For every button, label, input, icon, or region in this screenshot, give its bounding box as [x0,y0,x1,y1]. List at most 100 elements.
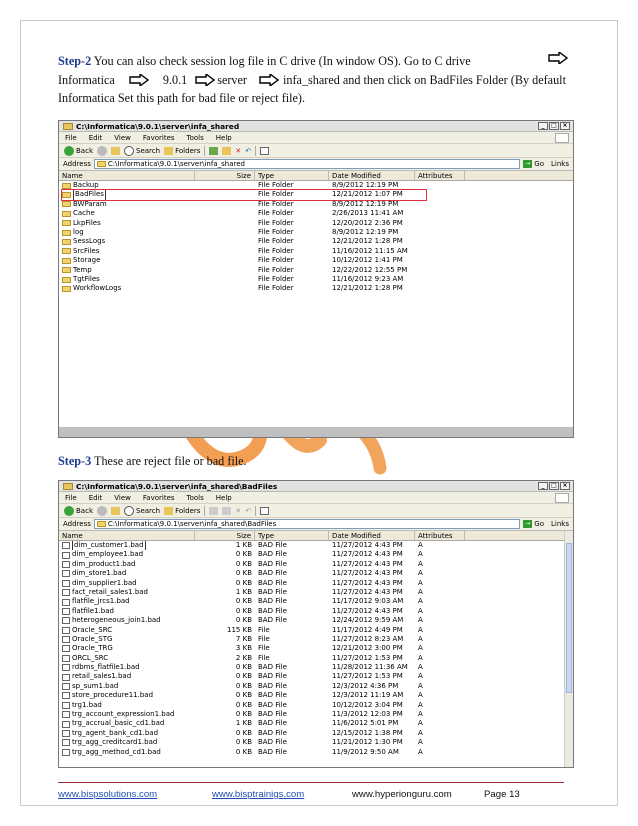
file-row[interactable]: fact_retail_sales1.bad 1 KB BAD File 11/27/… [59,588,573,597]
file-row[interactable]: Oracle_STG 7 KB File 11/27/2012 8:23 AM A [59,635,573,644]
file-row[interactable]: heterogeneous_join1.bad 0 KB BAD File 12/24… [59,616,573,625]
undo-icon[interactable]: ↶ [245,507,251,515]
file-row[interactable]: store_procedure11.bad 0 KB BAD File 12/3/20… [59,691,573,700]
maximize-button[interactable]: □ [549,122,559,130]
back-button[interactable]: Back [64,505,93,516]
column-attributes[interactable]: Attributes [415,531,465,540]
forward-button[interactable] [97,505,107,516]
menu-favorites[interactable]: Favorites [143,494,175,502]
minimize-button[interactable]: _ [538,122,548,130]
copy-to-icon[interactable] [222,506,232,515]
move-to-icon[interactable] [209,146,219,155]
file-row[interactable]: dim_store1.bad 0 KB BAD File 11/27/2012 4:4… [59,569,573,578]
file-row[interactable]: flatfile1.bad 0 KB BAD File 11/27/2012 4:43… [59,607,573,616]
links-button[interactable]: Links [551,160,573,168]
file-row[interactable]: BWParam File Folder 8/9/2012 12:19 PM [59,200,573,209]
column-type[interactable]: Type [255,171,329,180]
file-attributes [415,228,465,237]
menu-file[interactable]: File [65,134,77,142]
file-row[interactable]: TgtFiles File Folder 11/16/2012 9:23 AM [59,275,573,284]
file-row[interactable]: flatfile_jrcs1.bad 0 KB BAD File 11/17/2012… [59,597,573,606]
file-row[interactable]: sp_sum1.bad 0 KB BAD File 12/3/2012 4:36 PM… [59,682,573,691]
file-date-modified: 11/21/2012 1:30 PM [332,738,403,747]
column-type[interactable]: Type [255,531,329,540]
file-row[interactable]: SrcFiles File Folder 11/16/2012 11:15 AM [59,247,573,256]
folders-button[interactable]: Folders [164,506,200,515]
file-row[interactable]: trg_agg_creditcard1.bad 0 KB BAD File 11/21… [59,738,573,747]
file-row[interactable]: ORCL_SRC 2 KB File 11/27/2012 1:53 PM A [59,654,573,663]
file-date-modified: 11/27/2012 4:43 PM [332,541,403,549]
menu-tools[interactable]: Tools [187,494,204,502]
undo-icon[interactable]: ↶ [245,147,251,155]
file-row[interactable]: trg_account_expression1.bad 0 KB BAD File 1… [59,710,573,719]
menu-edit[interactable]: Edit [89,494,103,502]
menu-favorites[interactable]: Favorites [143,134,175,142]
file-row[interactable]: retail_sales1.bad 0 KB BAD File 11/27/2012 … [59,672,573,681]
file-name-cell: trg_account_expression1.bad [59,710,195,719]
maximize-button[interactable]: □ [549,482,559,490]
minimize-button[interactable]: _ [538,482,548,490]
file-row[interactable]: trg1.bad 0 KB BAD File 10/12/2012 3:04 PM A [59,701,573,710]
menu-help[interactable]: Help [216,494,232,502]
file-row[interactable]: Oracle_TRG 3 KB File 12/21/2012 3:00 PM A [59,644,573,653]
column-attributes[interactable]: Attributes [415,171,465,180]
menu-file[interactable]: File [65,494,77,502]
address-label: Address [63,520,91,528]
column-name[interactable]: Name [59,531,195,540]
file-row[interactable]: Oracle_SRC 115 KB File 11/17/2012 4:49 PM A [59,626,573,635]
vertical-scrollbar[interactable] [564,531,573,767]
views-icon[interactable] [260,506,270,515]
file-row[interactable]: Temp File Folder 12/22/2012 12:55 PM [59,266,573,275]
up-folder-icon[interactable] [111,146,120,155]
menu-bar: File Edit View Favorites Tools Help [59,132,573,144]
file-type: BAD File [258,578,287,587]
file-row[interactable]: dim_employee1.bad 0 KB BAD File 11/27/2012 … [59,550,573,559]
menu-view[interactable]: View [114,494,131,502]
file-row[interactable]: trg_accrual_basic_cd1.bad 1 KB BAD File 11/… [59,719,573,728]
column-date-modified[interactable]: Date Modified [329,531,415,540]
file-row[interactable]: Cache File Folder 2/26/2013 11:41 AM [59,209,573,218]
file-row[interactable]: LkpFiles File Folder 12/20/2012 2:36 PM [59,219,573,228]
folders-button[interactable]: Folders [164,146,200,155]
file-row[interactable]: WorkflowLogs File Folder 12/21/2012 1:28 P… [59,284,573,293]
menu-edit[interactable]: Edit [89,134,103,142]
up-folder-icon[interactable] [111,506,120,515]
file-row[interactable]: trg_agg_method_cd1.bad 0 KB BAD File 11/9/2… [59,748,573,757]
search-button[interactable]: Search [124,145,160,156]
column-name[interactable]: Name [59,171,195,180]
go-button[interactable]: → Go [523,160,548,168]
address-input[interactable]: C:\Informatica\9.0.1\server\infa_shared [93,159,521,169]
file-type: BAD File [258,587,287,596]
file-row[interactable]: rdbms_flatfile1.bad 0 KB BAD File 11/28/201… [59,663,573,672]
forward-button[interactable] [97,145,107,156]
menu-view[interactable]: View [114,134,131,142]
column-size[interactable]: Size [195,531,255,540]
address-input[interactable]: C:\Informatica\9.0.1\server\infa_shared\… [93,519,521,529]
copy-to-icon[interactable] [222,146,232,155]
column-size[interactable]: Size [195,171,255,180]
back-button[interactable]: Back [64,145,93,156]
links-button[interactable]: Links [551,520,573,528]
close-button[interactable]: × [560,122,570,130]
go-button[interactable]: → Go [523,520,548,528]
file-row[interactable]: SessLogs File Folder 12/21/2012 1:28 PM [59,237,573,246]
close-button[interactable]: × [560,482,570,490]
menu-help[interactable]: Help [216,134,232,142]
file-row[interactable]: Storage File Folder 10/12/2012 1:41 PM [59,256,573,265]
file-name: SrcFiles [73,246,100,255]
search-button[interactable]: Search [124,505,160,516]
file-row[interactable]: dim_supplier1.bad 0 KB BAD File 11/27/2012 … [59,579,573,588]
menu-tools[interactable]: Tools [187,134,204,142]
file-row[interactable]: dim_product1.bad 0 KB BAD File 11/27/2012 4… [59,560,573,569]
file-row[interactable]: trg_agent_bank_cd1.bad 0 KB BAD File 12/15/… [59,729,573,738]
footer-link-bisptrainigs[interactable]: www.bisptrainigs.com [212,789,304,800]
column-date-modified[interactable]: Date Modified [329,171,415,180]
scrollbar-thumb[interactable] [566,543,572,693]
file-row[interactable]: dim_customer1.bad 1 KB BAD File 11/27/2012 … [59,541,573,551]
footer-link-bispsolutions[interactable]: www.bispsolutions.com [58,789,157,800]
delete-icon[interactable]: ✕ [235,147,241,155]
views-icon[interactable] [260,146,270,155]
move-to-icon[interactable] [209,506,219,515]
file-row[interactable]: log File Folder 8/9/2012 12:19 PM [59,228,573,237]
delete-icon[interactable]: ✕ [235,507,241,515]
